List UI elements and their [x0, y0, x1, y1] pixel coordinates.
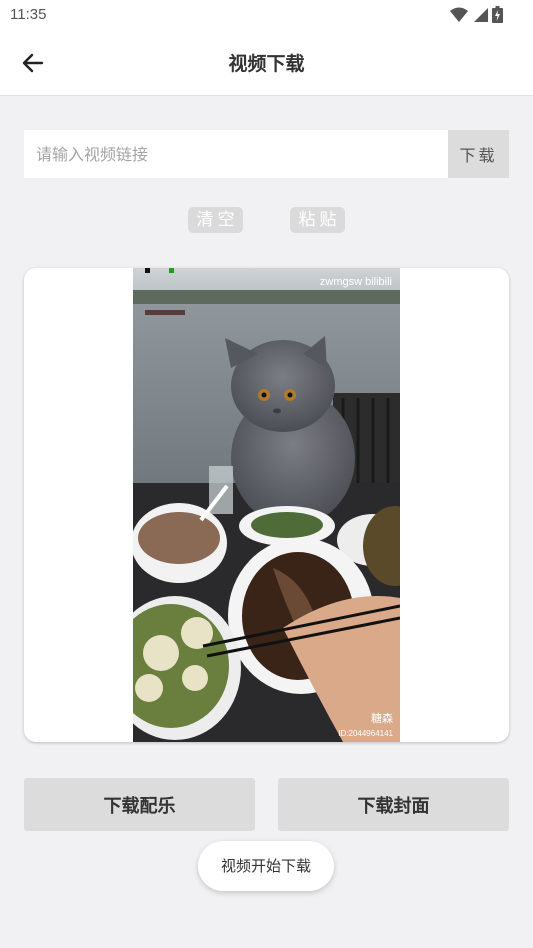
video-watermark-id: ID:2044964141	[338, 729, 393, 738]
status-icons	[450, 6, 503, 23]
app-bar: 视频下载	[0, 30, 533, 96]
paste-button[interactable]: 粘贴	[290, 207, 345, 233]
video-thumbnail[interactable]: zwmgsw bilibili 糖森 ID:2044964141	[133, 268, 400, 742]
page-title: 视频下载	[228, 53, 305, 75]
download-music-button[interactable]: 下载配乐	[24, 778, 255, 831]
battery-icon	[492, 6, 503, 23]
signal-icon	[474, 7, 488, 22]
video-watermark-top: zwmgsw bilibili	[319, 276, 392, 288]
video-frame-image	[133, 268, 400, 742]
video-url-input[interactable]	[24, 130, 448, 178]
download-cover-button[interactable]: 下载封面	[278, 778, 509, 831]
download-started-toast: 视频开始下载	[198, 841, 334, 891]
wifi-icon	[450, 7, 468, 22]
download-button[interactable]: 下载	[448, 130, 509, 178]
video-watermark-bottom: 糖森	[371, 713, 393, 725]
status-bar: 11:35	[0, 0, 533, 30]
video-preview-card: zwmgsw bilibili 糖森 ID:2044964141	[24, 268, 509, 742]
status-time: 11:35	[10, 6, 47, 23]
clear-button[interactable]: 清空	[188, 207, 243, 233]
